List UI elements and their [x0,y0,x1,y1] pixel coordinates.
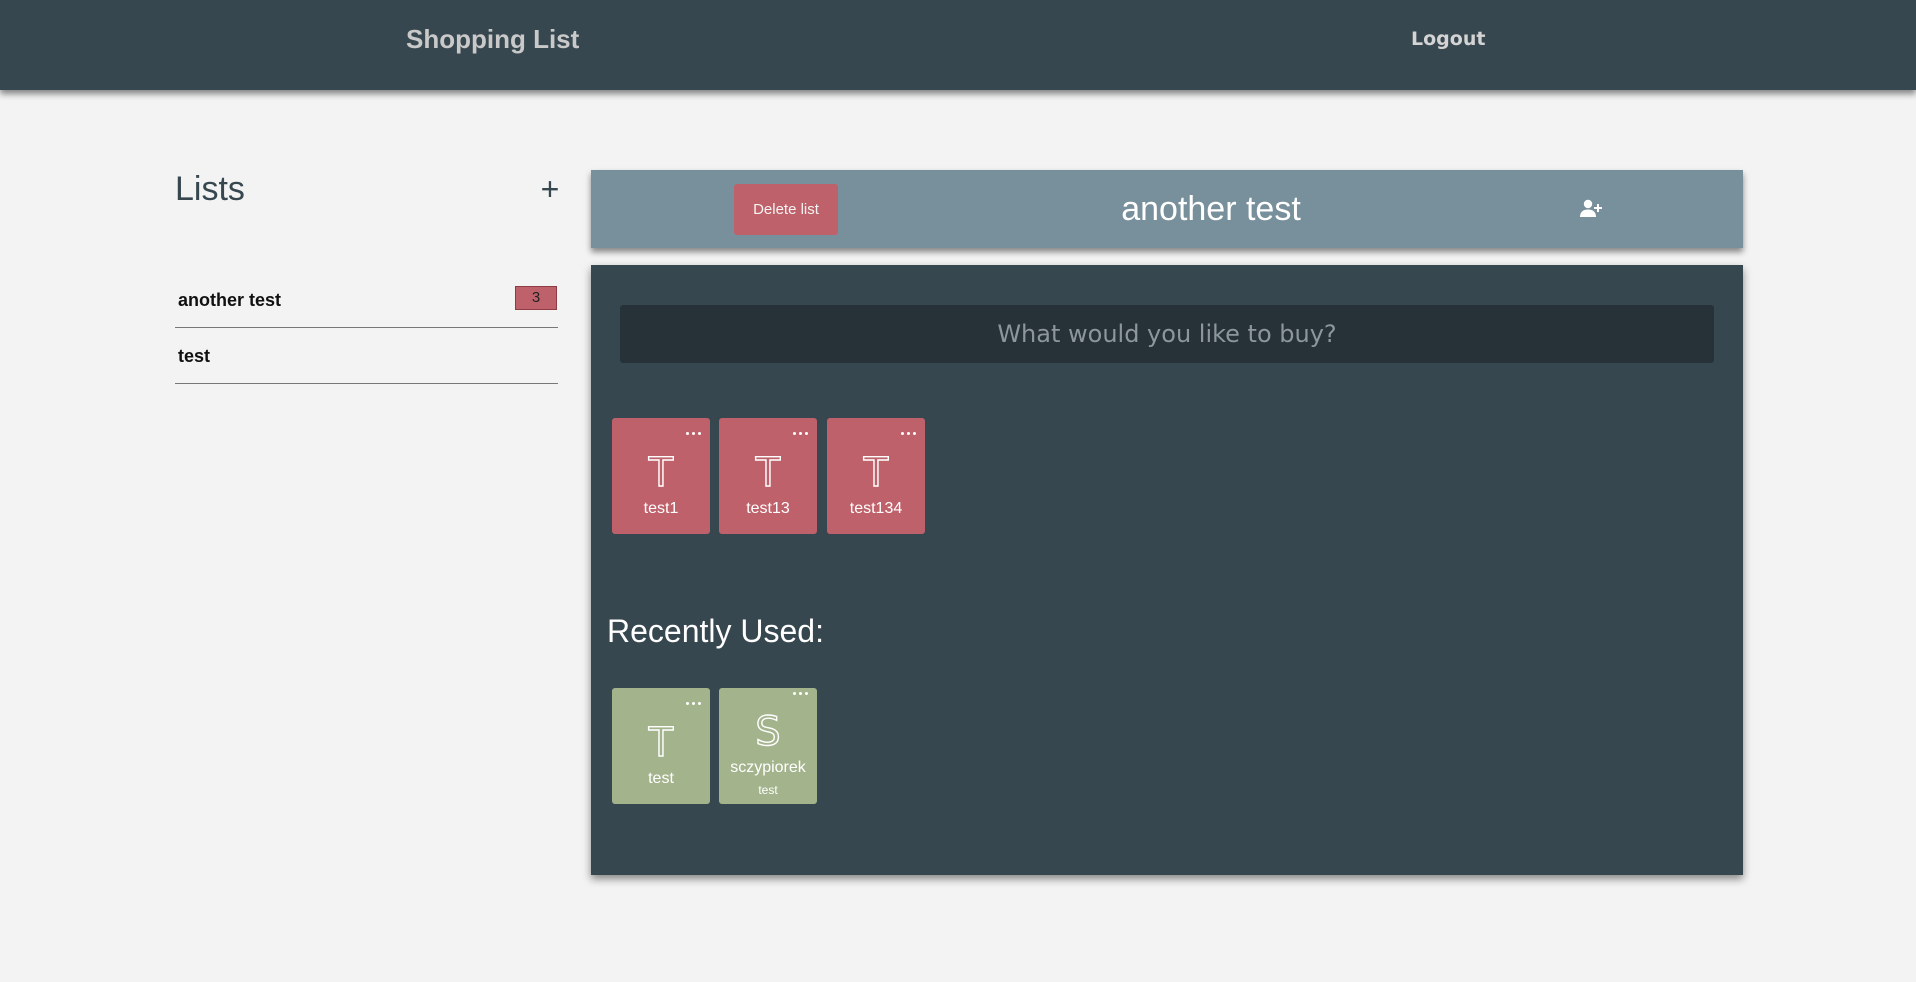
list-item-another-test[interactable]: another test 3 [175,272,558,328]
more-options-icon[interactable] [793,430,809,436]
item-label: test13 [746,500,790,517]
recent-item-tile-test[interactable]: T test [612,688,710,804]
item-letter-icon: S [755,709,782,755]
list-header: Delete list another test [591,170,1743,248]
item-letter-icon: T [648,720,674,766]
recently-used-heading: Recently Used: [607,613,824,649]
top-navbar: Shopping List Logout [0,0,1916,90]
list-content-panel: T test1 T test13 T test134 Recently Used… [591,265,1743,875]
user-plus-icon [1580,199,1602,217]
item-label: test1 [643,500,679,517]
logout-link[interactable]: Logout [1411,28,1485,50]
item-tile-test134[interactable]: T test134 [827,418,925,534]
list-item-name: another test [178,290,282,310]
list-item-test[interactable]: test [175,328,558,384]
item-label: test134 [849,500,903,517]
item-label: sczypiorek [730,759,806,776]
item-count-badge: 3 [515,286,557,310]
add-list-button[interactable]: + [538,172,562,206]
item-letter-icon: T [863,450,889,496]
item-tile-test13[interactable]: T test13 [719,418,817,534]
item-letter-icon: T [755,450,781,496]
recent-item-tile-sczypiorek[interactable]: S sczypiorek test [719,688,817,804]
lists-heading: Lists [175,170,245,208]
app-title[interactable]: Shopping List [406,24,579,55]
list-title: another test [1121,190,1301,228]
share-list-button[interactable] [1579,198,1603,220]
item-letter-icon: T [648,450,674,496]
item-label: test [648,770,674,787]
item-tile-test1[interactable]: T test1 [612,418,710,534]
item-list-tag: test [758,783,778,797]
more-options-icon[interactable] [686,430,702,436]
list-item-name: test [178,346,211,366]
more-options-icon[interactable] [901,430,917,436]
more-options-icon[interactable] [793,690,809,696]
plus-icon: + [540,171,560,207]
more-options-icon[interactable] [686,700,702,706]
item-search-input[interactable] [620,305,1714,363]
